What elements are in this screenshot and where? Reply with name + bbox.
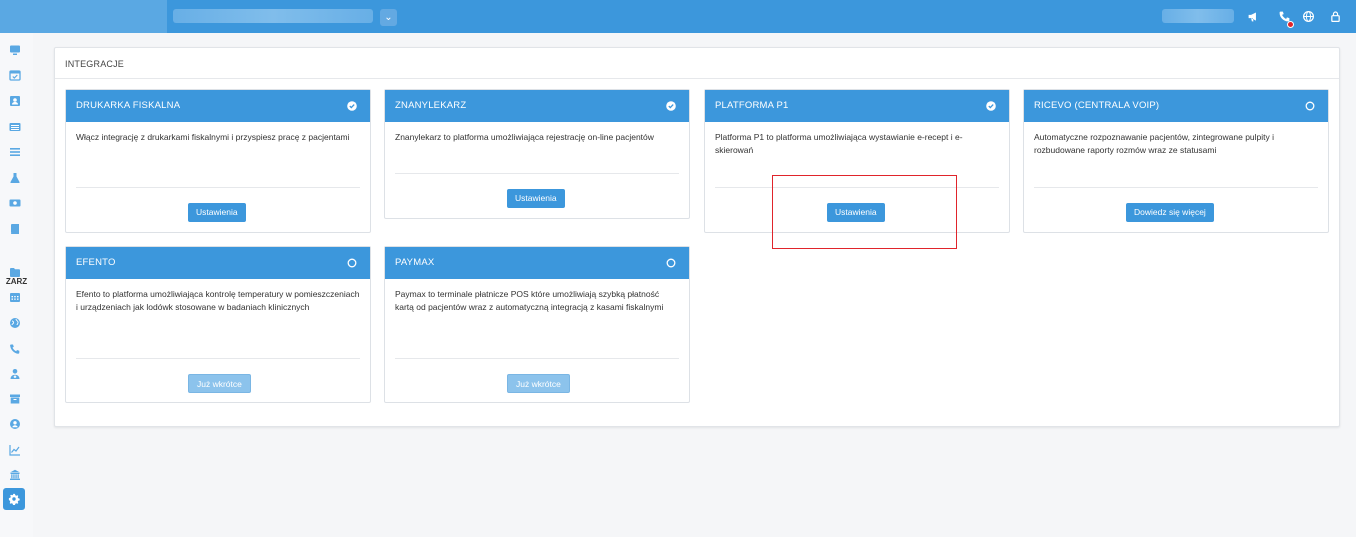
panel-title: INTEGRACJE	[55, 48, 1339, 79]
circle-outline-icon	[666, 258, 676, 268]
card-header: EFENTO	[66, 247, 370, 279]
list-card-icon[interactable]	[5, 117, 25, 137]
check-circle-icon	[986, 101, 996, 111]
integration-card-paymax: PAYMAX Paymax to terminale płatnicze POS…	[384, 246, 690, 403]
flask-icon[interactable]	[5, 168, 25, 188]
organization-name-redacted	[173, 9, 373, 23]
integration-card-fiscal-printer: DRUKARKA FISKALNA Włącz integrację z dru…	[65, 89, 371, 233]
card-divider	[76, 187, 360, 188]
archive-icon[interactable]	[5, 389, 25, 409]
logo-area[interactable]	[0, 0, 167, 33]
card-description: Platforma P1 to platforma umożliwiająca …	[715, 132, 963, 155]
globe-icon[interactable]	[1300, 8, 1316, 24]
circle-outline-icon	[347, 258, 357, 268]
card-divider	[76, 358, 360, 359]
card-header: RICEVO (CENTRALA VOIP)	[1024, 90, 1328, 122]
card-title: EFENTO	[76, 257, 116, 268]
card-title: DRUKARKA FISKALNA	[76, 100, 181, 111]
card-header: DRUKARKA FISKALNA	[66, 90, 370, 122]
user-name-redacted	[1162, 9, 1234, 23]
money-icon[interactable]	[5, 193, 25, 213]
check-circle-icon	[347, 101, 357, 111]
card-title: PAYMAX	[395, 257, 435, 268]
contact-card-icon[interactable]	[5, 91, 25, 111]
notification-dot	[1287, 21, 1294, 28]
card-title: PLATFORMA P1	[715, 100, 789, 111]
user-circle-icon[interactable]	[5, 414, 25, 434]
phone-icon[interactable]	[5, 339, 25, 359]
calendar-grid-icon[interactable]	[5, 287, 25, 307]
sidebar: ZARZ	[0, 33, 33, 537]
card-description: Efento to platforma umożliwiająca kontro…	[76, 289, 360, 312]
globe-icon[interactable]	[5, 313, 25, 333]
monitor-icon[interactable]	[5, 40, 25, 60]
card-description: Paymax to terminale płatnicze POS które …	[395, 289, 664, 312]
card-header: ZNANYLEKARZ	[385, 90, 689, 122]
card-description: Automatyczne rozpoznawanie pacjentów, zi…	[1034, 132, 1275, 155]
top-bar: ⌄	[0, 0, 1356, 33]
circle-outline-icon	[1305, 101, 1315, 111]
coming-soon-button[interactable]: Już wkrótce	[188, 374, 251, 393]
settings-button[interactable]: Ustawienia	[507, 189, 565, 208]
card-header: PAYMAX	[385, 247, 689, 279]
doctor-icon[interactable]	[5, 364, 25, 384]
learn-more-button[interactable]: Dowiedz się więcej	[1126, 203, 1214, 222]
bank-icon[interactable]	[5, 465, 25, 485]
calendar-check-icon[interactable]	[5, 65, 25, 85]
highlight-annotation-box	[772, 175, 957, 249]
megaphone-icon[interactable]	[1245, 8, 1261, 24]
card-divider	[395, 358, 679, 359]
menu-lines-icon[interactable]	[5, 142, 25, 162]
chevron-down-icon[interactable]: ⌄	[380, 9, 397, 26]
check-circle-icon	[666, 101, 676, 111]
coming-soon-button[interactable]: Już wkrótce	[507, 374, 570, 393]
book-icon[interactable]	[5, 219, 25, 239]
card-description: Znanylekarz to platforma umożliwiająca r…	[395, 132, 654, 142]
settings-button[interactable]: Ustawienia	[188, 203, 246, 222]
card-title: ZNANYLEKARZ	[395, 100, 467, 111]
card-description: Włącz integrację z drukarkami fiskalnymi…	[76, 132, 350, 142]
card-header: PLATFORMA P1	[705, 90, 1009, 122]
folder-icon[interactable]	[5, 262, 25, 282]
card-divider	[395, 173, 679, 174]
lock-icon[interactable]	[1327, 8, 1343, 24]
integration-card-ricevo: RICEVO (CENTRALA VOIP) Automatyczne rozp…	[1023, 89, 1329, 233]
card-divider	[1034, 187, 1318, 188]
settings-gear-icon[interactable]	[3, 488, 25, 510]
integration-card-znanylekarz: ZNANYLEKARZ Znanylekarz to platforma umo…	[384, 89, 690, 219]
card-title: RICEVO (CENTRALA VOIP)	[1034, 100, 1160, 111]
integration-card-efento: EFENTO Efento to platforma umożliwiająca…	[65, 246, 371, 403]
chart-line-icon[interactable]	[5, 440, 25, 460]
